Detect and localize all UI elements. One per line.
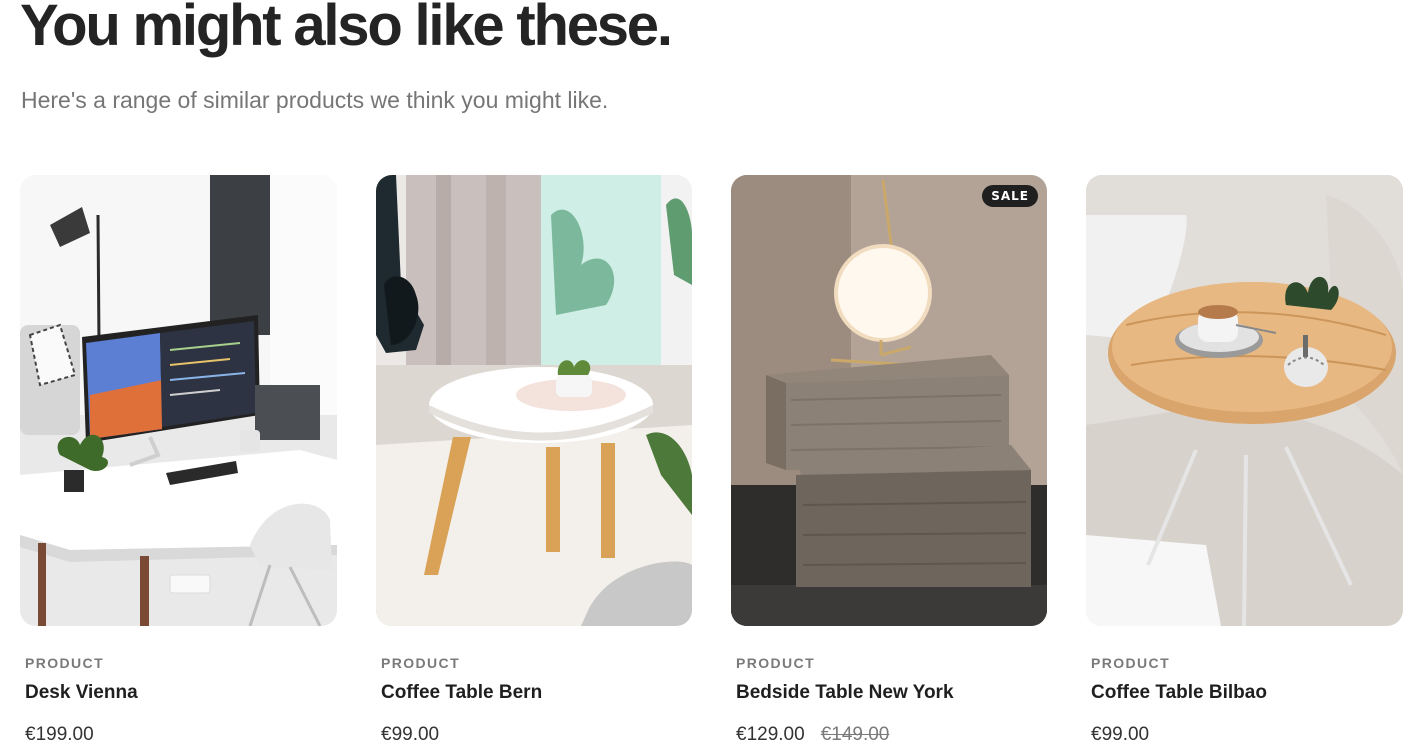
price-row: €99.00 bbox=[381, 724, 439, 746]
product-old-price: €149.00 bbox=[820, 724, 890, 745]
product-name[interactable]: Desk Vienna bbox=[25, 682, 138, 704]
product-category: PRODUCT bbox=[1091, 655, 1171, 671]
product-category: PRODUCT bbox=[25, 655, 105, 671]
product-name[interactable]: Coffee Table Bilbao bbox=[1091, 682, 1267, 704]
product-card-coffee-table-bern[interactable]: PRODUCT Coffee Table Bern €99.00 bbox=[376, 175, 692, 745]
product-image-link[interactable] bbox=[376, 175, 692, 626]
product-price: €99.00 bbox=[381, 724, 440, 745]
price-row: €199.00 bbox=[25, 724, 94, 746]
product-card-coffee-table-bilbao[interactable]: PRODUCT Coffee Table Bilbao €99.00 bbox=[1086, 175, 1403, 745]
section-title: You might also like these. bbox=[20, 0, 673, 58]
section-subtitle: Here's a range of similar products we th… bbox=[21, 87, 609, 113]
product-image-link[interactable]: SALE bbox=[731, 175, 1047, 626]
price-row: €99.00 bbox=[1091, 724, 1149, 746]
product-card-desk-vienna[interactable]: PRODUCT Desk Vienna €199.00 bbox=[20, 175, 337, 745]
product-category: PRODUCT bbox=[736, 655, 816, 671]
product-image-link[interactable] bbox=[1086, 175, 1403, 626]
price-row: €129.00 €149.00 bbox=[736, 724, 889, 746]
side-table-product-image bbox=[1086, 175, 1403, 626]
product-image-link[interactable] bbox=[20, 175, 337, 626]
product-price: €99.00 bbox=[1091, 724, 1150, 745]
coffee-table-product-image bbox=[376, 175, 692, 626]
product-price: €129.00 bbox=[736, 724, 805, 745]
product-name[interactable]: Coffee Table Bern bbox=[381, 682, 542, 704]
bedside-table-product-image bbox=[731, 175, 1047, 626]
product-card-bedside-table-new-york[interactable]: SALE PRODUCT Bedside Table New York €129… bbox=[731, 175, 1047, 745]
recommendations-section: You might also like these. Here's a rang… bbox=[0, 0, 1411, 750]
product-price: €199.00 bbox=[25, 724, 94, 745]
desk-product-image bbox=[20, 175, 337, 626]
sale-badge: SALE bbox=[982, 185, 1038, 207]
product-category: PRODUCT bbox=[381, 655, 461, 671]
product-name[interactable]: Bedside Table New York bbox=[736, 682, 954, 704]
